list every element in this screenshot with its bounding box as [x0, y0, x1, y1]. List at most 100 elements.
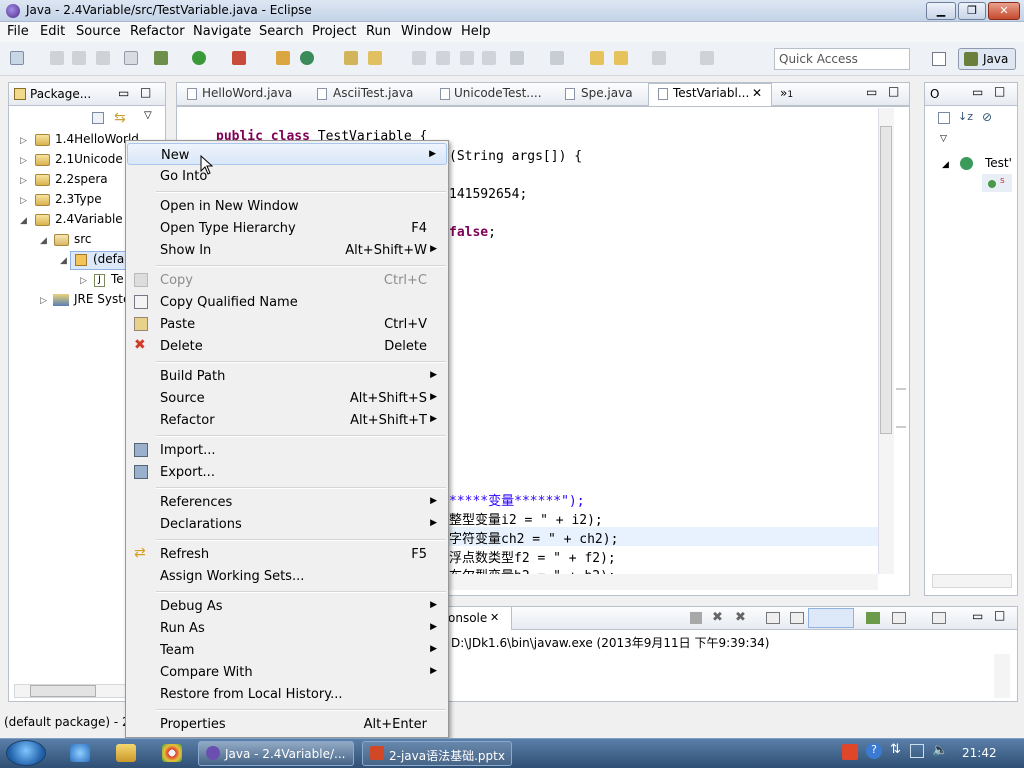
collapse-arrow-icon[interactable]: ◢ — [40, 236, 47, 246]
scroll-lock-icon[interactable] — [790, 612, 804, 624]
ime-icon[interactable] — [842, 744, 858, 760]
menu-file[interactable]: File — [7, 24, 29, 39]
menu-item-compare-with[interactable]: Compare With ▶ — [127, 661, 447, 683]
chrome-icon[interactable] — [162, 744, 182, 762]
menu-item-run-as[interactable]: Run As ▶ — [127, 617, 447, 639]
minimize-view-icon[interactable]: ▭ — [972, 85, 983, 99]
tree-item-project[interactable]: 2.4Variable — [55, 212, 123, 232]
expand-arrow-icon[interactable]: ▷ — [20, 156, 27, 166]
show-whitespace-icon[interactable] — [482, 51, 496, 65]
run-icon[interactable] — [192, 51, 206, 65]
maximize-view-icon[interactable]: □ — [994, 84, 1005, 98]
new-console-icon[interactable] — [932, 612, 946, 624]
menu-item-paste[interactable]: Paste Ctrl+V — [127, 313, 447, 335]
maximize-button[interactable]: ❐ — [958, 2, 986, 20]
minimize-editor-icon[interactable]: ▭ — [866, 85, 877, 99]
help-icon[interactable]: ? — [866, 743, 882, 759]
editor-tab[interactable]: HelloWord.java — [202, 86, 292, 100]
last-edit-icon[interactable] — [590, 51, 604, 65]
block-selection-icon[interactable] — [460, 51, 474, 65]
new-class-icon[interactable] — [300, 51, 314, 65]
menu-item-properties[interactable]: Properties Alt+Enter — [127, 713, 447, 735]
menu-item-refresh[interactable]: ⇄ Refresh F5 — [127, 543, 447, 565]
print-icon[interactable] — [96, 51, 110, 65]
collapse-all-icon[interactable] — [92, 112, 104, 124]
console-vertical-scrollbar[interactable] — [994, 654, 1010, 698]
open-console-icon[interactable] — [866, 612, 880, 624]
menu-item-restore-local-history[interactable]: Restore from Local History... — [127, 683, 447, 705]
menu-item-open-type-hierarchy[interactable]: Open Type Hierarchy F4 — [127, 217, 447, 239]
toggle-breadcrumb-icon[interactable] — [412, 51, 426, 65]
menu-item-references[interactable]: References ▶ — [127, 491, 447, 513]
clear-console-icon[interactable] — [766, 612, 780, 624]
close-tab-icon[interactable]: ✕ — [752, 86, 762, 100]
new-icon[interactable] — [10, 51, 24, 65]
view-menu-icon[interactable]: ▽ — [940, 134, 947, 144]
menu-help[interactable]: Help — [461, 24, 491, 39]
expand-arrow-icon[interactable]: ▷ — [40, 296, 47, 306]
maximize-editor-icon[interactable]: □ — [888, 84, 899, 98]
pin-console-toggle[interactable] — [808, 608, 854, 628]
menu-item-declarations[interactable]: Declarations ▶ — [127, 513, 447, 535]
close-button[interactable]: ✕ — [988, 2, 1020, 20]
pin-editor-icon[interactable] — [700, 51, 714, 65]
menu-item-new[interactable]: New ▶ — [127, 143, 447, 165]
new-java-project-icon[interactable] — [276, 51, 290, 65]
editor-scroll-thumb[interactable] — [880, 126, 892, 434]
package-explorer-tab[interactable]: Package... — [30, 87, 91, 101]
start-button[interactable] — [6, 740, 46, 766]
tree-item-project[interactable]: 2.1Unicode — [55, 152, 123, 172]
debug-icon[interactable] — [154, 51, 168, 65]
menu-item-copy[interactable]: Copy Ctrl+C — [127, 269, 447, 291]
pkg-scroll-thumb[interactable] — [30, 685, 96, 697]
outline-horizontal-scrollbar[interactable] — [932, 574, 1012, 588]
volume-icon[interactable]: 🔈 — [932, 743, 948, 758]
menu-item-team[interactable]: Team ▶ — [127, 639, 447, 661]
menu-item-source[interactable]: Source Alt+Shift+S ▶ — [127, 387, 447, 409]
maximize-view-icon[interactable]: □ — [140, 85, 151, 99]
expand-arrow-icon[interactable]: ▷ — [80, 276, 87, 286]
editor-tab[interactable]: AsciiTest.java — [333, 86, 413, 100]
menu-search[interactable]: Search — [259, 24, 304, 39]
back-icon[interactable] — [614, 51, 628, 65]
menu-item-build-path[interactable]: Build Path ▶ — [127, 365, 447, 387]
external-tools-icon[interactable] — [232, 51, 246, 65]
overview-ruler[interactable] — [896, 388, 906, 428]
collapse-all-icon[interactable] — [938, 112, 950, 124]
remove-launch-icon[interactable]: ✖ — [712, 610, 723, 625]
taskbar-task-eclipse[interactable]: Java - 2.4Variable/... — [198, 741, 354, 766]
menu-refactor[interactable]: Refactor — [130, 24, 185, 39]
collapse-arrow-icon[interactable]: ◢ — [942, 160, 949, 170]
menu-edit[interactable]: Edit — [40, 24, 65, 39]
editor-tab[interactable]: UnicodeTest.... — [454, 86, 542, 100]
tree-item-jre[interactable]: JRE Syste — [74, 292, 130, 312]
menu-item-open-new-window[interactable]: Open in New Window — [127, 195, 447, 217]
expand-arrow-icon[interactable]: ▷ — [20, 136, 27, 146]
display-console-icon[interactable] — [892, 612, 906, 624]
sort-icon[interactable]: ↓z — [958, 110, 973, 123]
menu-item-import[interactable]: Import... — [127, 439, 447, 461]
save-icon[interactable] — [50, 51, 64, 65]
view-menu-icon[interactable]: ▽ — [144, 110, 152, 121]
tree-item-project[interactable]: 2.2spera — [55, 172, 108, 192]
open-type-icon[interactable] — [344, 51, 358, 65]
menu-item-assign-working-sets[interactable]: Assign Working Sets... — [127, 565, 447, 587]
save-all-icon[interactable] — [72, 51, 86, 65]
outline-tab[interactable]: O — [930, 87, 939, 101]
expand-arrow-icon[interactable]: ▷ — [20, 176, 27, 186]
menu-source[interactable]: Source — [76, 24, 121, 39]
terminate-icon[interactable] — [690, 612, 702, 624]
link-with-editor-icon[interactable]: ⇆ — [114, 110, 126, 126]
explorer-icon[interactable] — [116, 744, 136, 762]
hide-fields-icon[interactable]: ⊘ — [982, 110, 992, 124]
menu-window[interactable]: Window — [401, 24, 452, 39]
ie-icon[interactable] — [70, 744, 90, 762]
menu-run[interactable]: Run — [366, 24, 391, 39]
remove-all-icon[interactable]: ✖ — [735, 610, 746, 625]
minimize-view-icon[interactable]: ▭ — [118, 86, 129, 100]
mark-occurrences-icon[interactable] — [436, 51, 450, 65]
toggle-mark-icon[interactable] — [124, 51, 138, 65]
outline-item-class[interactable]: Test' — [985, 156, 1012, 170]
close-tab-icon[interactable]: ✕ — [490, 611, 499, 624]
prev-annotation-icon[interactable] — [550, 51, 564, 65]
